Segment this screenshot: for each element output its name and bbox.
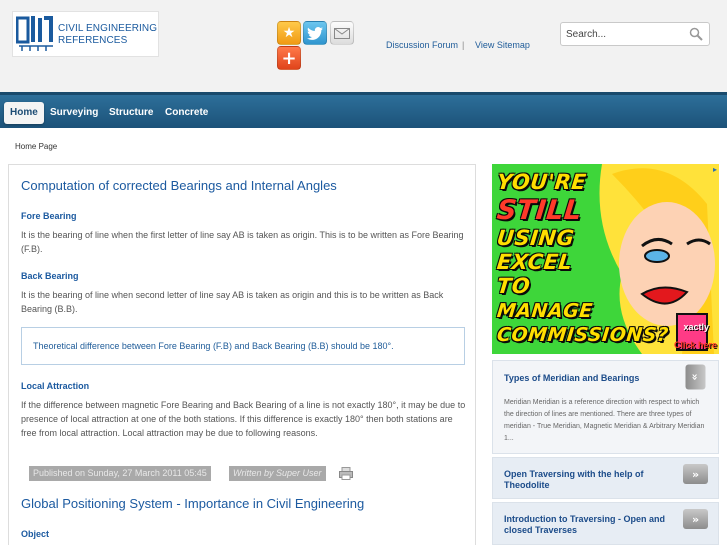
ad-text-line: YOU'RE (495, 170, 588, 194)
site-header: CIVIL ENGINEERING REFERENCES ★ + Discuss… (0, 0, 727, 92)
plus-icon: + (281, 47, 297, 69)
chevron-down-icon[interactable]: » (685, 364, 706, 390)
panel-description: Meridian Meridian is a reference directi… (504, 399, 705, 442)
nav-item-surveying[interactable]: Surveying (44, 102, 104, 124)
nav-item-structure[interactable]: Structure (103, 102, 159, 124)
discussion-forum-link[interactable]: Discussion Forum (386, 40, 458, 50)
logo-text: CIVIL ENGINEERING REFERENCES (58, 23, 157, 47)
search-input[interactable] (561, 23, 686, 45)
article-title-gps[interactable]: Global Positioning System - Importance i… (21, 496, 364, 511)
chevron-right-icon[interactable]: » (683, 509, 708, 529)
breadcrumb[interactable]: Home Page (15, 142, 57, 151)
print-icon[interactable] (339, 467, 353, 480)
ad-text-line: MANAGE (495, 300, 594, 322)
author-label: Written by Super User (229, 466, 326, 481)
note-box: Theoretical difference between Fore Bear… (21, 327, 465, 365)
panel-title[interactable]: Introduction to Traversing - Open and cl… (504, 514, 674, 536)
ad-text-line: USING (495, 226, 576, 250)
section-heading-object: Object (21, 529, 50, 539)
ad-text-line: TO (495, 274, 532, 298)
sidebar-panel-meridian[interactable]: Types of Meridian and Bearings » Meridia… (492, 360, 719, 454)
view-sitemap-link[interactable]: View Sitemap (475, 40, 530, 50)
chevron-right-icon[interactable]: » (683, 464, 708, 484)
bookmark-star-button[interactable]: ★ (277, 21, 301, 45)
ad-click-here[interactable]: Click here (674, 340, 717, 350)
article-title[interactable]: Computation of corrected Bearings and In… (21, 178, 337, 193)
panel-title[interactable]: Open Traversing with the help of Theodol… (504, 469, 674, 491)
ad-text-line: STILL (495, 195, 584, 226)
main-navigation: Home Surveying Structure Concrete (0, 92, 727, 128)
main-content: Computation of corrected Bearings and In… (8, 164, 476, 545)
nav-item-concrete[interactable]: Concrete (159, 102, 214, 124)
section-text-back-bearing: It is the bearing of line when second le… (21, 290, 444, 314)
search-icon[interactable] (689, 27, 703, 41)
sidebar-panel-open-traversing[interactable]: Open Traversing with the help of Theodol… (492, 457, 719, 499)
note-text: Theoretical difference between Fore Bear… (33, 341, 394, 351)
search-box (560, 22, 710, 46)
advertisement-banner[interactable]: ▸ YOU'RE STILL USING EXCEL TO MANAGE COM… (492, 164, 719, 354)
site-logo[interactable]: CIVIL ENGINEERING REFERENCES (12, 11, 159, 57)
ad-brand: xactly (683, 322, 709, 332)
section-heading-back-bearing: Back Bearing (21, 271, 79, 281)
sidebar-panel-intro-traversing[interactable]: Introduction to Traversing - Open and cl… (492, 502, 719, 545)
logo-mark-icon (16, 16, 53, 51)
link-separator: | (462, 40, 465, 50)
section-text-local-attraction: If the difference between magnetic Fore … (21, 400, 466, 438)
mail-icon (334, 27, 350, 39)
email-share-button[interactable] (330, 21, 354, 45)
ad-text-line: COMMISSIONS? (495, 324, 670, 346)
ad-choices-icon[interactable]: ▸ (713, 165, 717, 174)
twitter-icon (307, 26, 323, 40)
section-text-fore-bearing: It is the bearing of line when the first… (21, 230, 464, 254)
star-icon: ★ (282, 25, 296, 41)
section-heading-local-attraction: Local Attraction (21, 381, 90, 391)
twitter-share-button[interactable] (303, 21, 327, 45)
more-share-button[interactable]: + (277, 46, 301, 70)
nav-item-home[interactable]: Home (4, 102, 44, 124)
logo-line-1: CIVIL ENGINEERING (58, 23, 158, 34)
ad-text-line: EXCEL (495, 250, 574, 274)
published-date: Published on Sunday, 27 March 2011 05:45 (29, 466, 211, 481)
section-heading-fore-bearing: Fore Bearing (21, 211, 77, 221)
panel-title[interactable]: Types of Meridian and Bearings (504, 373, 674, 384)
logo-line-2: REFERENCES (58, 35, 128, 46)
